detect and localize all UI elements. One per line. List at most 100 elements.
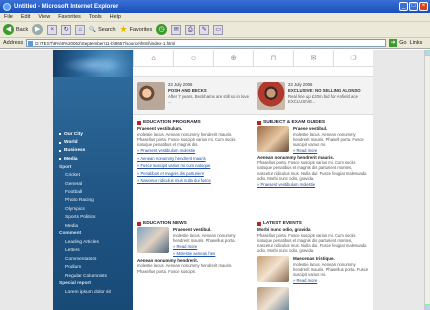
- search-button[interactable]: 🔍 Search: [89, 27, 115, 33]
- vertical-scrollbar[interactable]: [424, 50, 430, 310]
- menu-view[interactable]: View: [38, 14, 50, 20]
- bullet-icon: [59, 158, 61, 161]
- lock-icon[interactable]: ⊓: [253, 50, 293, 67]
- sidebar-item-photo-racing[interactable]: Photo Racing: [59, 197, 133, 205]
- stop-icon[interactable]: ×: [47, 24, 58, 35]
- chat-icon[interactable]: ❍: [333, 50, 373, 67]
- sidebar-item-business[interactable]: Business: [59, 147, 133, 155]
- section-link[interactable]: Aenean nonummy hendrerit mauris: [137, 155, 247, 163]
- article-thumbnail[interactable]: [257, 256, 289, 283]
- sidebar-item-our-city[interactable]: Our City: [59, 130, 133, 138]
- article-thumbnail[interactable]: [137, 227, 169, 253]
- sidebar-heading-special[interactable]: Special report: [59, 280, 133, 288]
- section-title-text: EDUCATION NEWS: [143, 221, 187, 226]
- scroll-down-button[interactable]: [425, 304, 430, 310]
- mail-icon[interactable]: ✉: [171, 24, 182, 35]
- window-titlebar: Untitled - Microsoft Internet Explorer _…: [0, 0, 430, 13]
- browser-toolbar: ◀ Back ▶ × ↻ ⌂ 🔍 Search ★ Favorites ◷ ✉ …: [0, 22, 430, 38]
- sidebar-item-sport-media[interactable]: Media: [59, 222, 133, 230]
- section-link[interactable]: Penatibus et magnis dis parturient: [137, 170, 247, 178]
- section-body: molestie lacus. Aenean nonummy hendrerit…: [137, 131, 236, 147]
- sidebar-top: [53, 77, 133, 130]
- news-text: 23 July 2006 EXCLUSIVE: NO SELLING ALONS…: [288, 82, 370, 105]
- section-latest-events: LATEST EVENTS Morbi nunc odio, gravida P…: [257, 220, 369, 310]
- sidebar-item-commentators[interactable]: Commentators: [59, 255, 133, 263]
- article-thumbnail[interactable]: [257, 286, 289, 310]
- article-body: Phasellus porta. Fusce suscipit varius m…: [257, 160, 367, 181]
- globe-icon[interactable]: ⊕: [213, 50, 253, 67]
- article-block: Praesent vestibul. molestie lacus. Aenea…: [137, 227, 247, 258]
- sidebar-heading-sport[interactable]: Sport: [59, 164, 133, 172]
- sidebar-item-olympics[interactable]: Olympics: [59, 205, 133, 213]
- folder-icon[interactable]: ▭: [213, 24, 224, 35]
- sidebar-list: Our City World Business Media Sport Cric…: [53, 130, 133, 297]
- menu-edit[interactable]: Edit: [21, 14, 30, 20]
- section-title: EDUCATION NEWS: [137, 220, 247, 227]
- sidebar-item-football[interactable]: Football: [59, 188, 133, 196]
- minimize-button[interactable]: _: [399, 2, 408, 11]
- article-block: Maecenas tristique. molestie lacus. Aene…: [257, 256, 369, 285]
- scroll-up-button[interactable]: [425, 50, 430, 56]
- address-input[interactable]: D:\TEST\9%\9%20062\September\11-b\9657\s…: [26, 39, 387, 47]
- header-strip: [133, 67, 373, 77]
- menu-favorites[interactable]: Favorites: [58, 14, 81, 20]
- go-button[interactable]: ➜ Go: [389, 39, 407, 47]
- news-photo: [137, 82, 165, 110]
- website: ⌂ ☺ ⊕ ⊓ ✉ ❍ Our City World Business Medi…: [53, 50, 373, 310]
- favorites-button[interactable]: ★ Favorites: [120, 24, 153, 35]
- section-title: SUBJECT & EXAM GUIDES: [257, 119, 369, 126]
- menu-help[interactable]: Help: [110, 14, 121, 20]
- section-link[interactable]: Nascetur ridiculus mus nulla dui fusce: [137, 177, 247, 185]
- history-icon[interactable]: ◷: [156, 24, 168, 35]
- links-label[interactable]: Links: [410, 40, 423, 46]
- news-item[interactable]: 23 July 2006 EXCLUSIVE: NO SELLING ALONS…: [253, 77, 373, 115]
- news-title[interactable]: POSH AND BECKS: [168, 88, 250, 93]
- forward-button[interactable]: ▶: [32, 24, 44, 35]
- address-label: Address: [3, 40, 24, 46]
- print-icon[interactable]: ⎙: [185, 24, 196, 35]
- sidebar-item-sports-politics[interactable]: Sports Politics: [59, 214, 133, 222]
- news-desc: Real line up £20m bid for Anfield ace EX…: [288, 94, 358, 105]
- header-nav: ⌂ ☺ ⊕ ⊓ ✉ ❍: [133, 50, 373, 67]
- go-label: Go: [399, 40, 407, 46]
- refresh-icon[interactable]: ↻: [61, 24, 72, 35]
- search-label: Search: [98, 26, 116, 33]
- menu-file[interactable]: File: [4, 14, 13, 20]
- sidebar-item-media[interactable]: Media: [59, 155, 133, 163]
- content-area: EDUCATION PROGRAMS Praesent vestibulum. …: [133, 115, 373, 310]
- sidebar-item-leading-articles[interactable]: Leading Articles: [59, 238, 133, 246]
- back-button[interactable]: ◀ Back: [3, 24, 28, 35]
- section-title-text: EDUCATION PROGRAMS: [143, 120, 201, 125]
- menu-bar: File Edit View Favorites Tools Help: [0, 13, 430, 22]
- sidebar: Our City World Business Media Sport Cric…: [53, 77, 133, 310]
- news-title[interactable]: EXCLUSIVE: NO SELLING ALONSO: [288, 88, 370, 93]
- menu-tools[interactable]: Tools: [89, 14, 102, 20]
- section-link[interactable]: Fusce suscipit varius mi cum natoque: [137, 162, 247, 170]
- edit-icon[interactable]: ✎: [199, 24, 210, 35]
- article-thumbnail[interactable]: [257, 126, 289, 152]
- go-arrow-icon: ➜: [389, 39, 398, 47]
- home-icon[interactable]: ⌂: [133, 50, 173, 67]
- sidebar-item-regular-columnists[interactable]: Regular Columnists: [59, 272, 133, 280]
- sidebar-item-cricket[interactable]: Cricket: [59, 172, 133, 180]
- sidebar-item-lorem[interactable]: Lorem ipsum dolor sit: [59, 288, 133, 296]
- sidebar-item-podium[interactable]: Podium: [59, 263, 133, 271]
- sidebar-heading-comment[interactable]: Comment: [59, 230, 133, 238]
- close-button[interactable]: ×: [419, 2, 428, 11]
- section-title: LATEST EVENTS: [257, 220, 369, 227]
- user-icon[interactable]: ☺: [173, 50, 213, 67]
- mail-icon[interactable]: ✉: [293, 50, 333, 67]
- address-bar: Address D:\TEST\9%\9%20062\September\11-…: [0, 38, 430, 49]
- news-photo: [257, 82, 285, 110]
- section-link[interactable]: Praesent vestibulum molestie: [257, 181, 369, 189]
- article-body: Phasellus porta. Fusce suscipit varius m…: [257, 232, 367, 254]
- news-date: 23 July 2006: [288, 82, 313, 87]
- news-item[interactable]: 23 July 2006 POSH AND BECKS After 7 year…: [133, 77, 253, 115]
- maximize-button[interactable]: □: [409, 2, 418, 11]
- home-icon[interactable]: ⌂: [75, 24, 86, 35]
- sidebar-item-general[interactable]: General: [59, 180, 133, 188]
- bullet-icon: [59, 149, 61, 152]
- sidebar-item-letters[interactable]: Letters: [59, 247, 133, 255]
- section-link[interactable]: Praesent vestibulum molestie: [137, 147, 247, 155]
- sidebar-item-world[interactable]: World: [59, 138, 133, 146]
